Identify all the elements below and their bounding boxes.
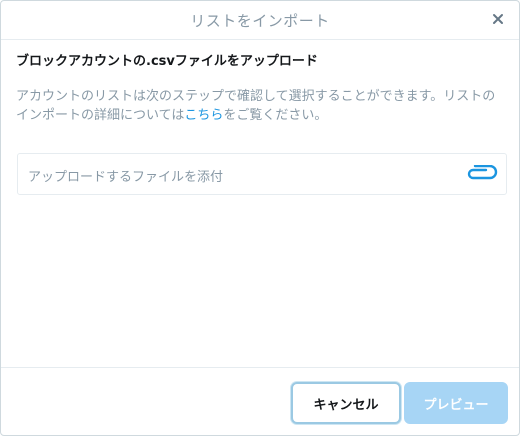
attach-placeholder: アップロードするファイルを添付	[28, 170, 224, 185]
paperclip-icon[interactable]	[464, 165, 498, 183]
preview-button[interactable]: プレビュー	[404, 382, 508, 424]
dialog-footer: キャンセル プレビュー	[1, 367, 519, 435]
file-attach-field[interactable]: アップロードするファイルを添付	[17, 153, 507, 195]
import-list-dialog: リストをインポート ブロックアカウントの.csvファイルをアップロード アカウン…	[0, 0, 520, 436]
dialog-title: リストをインポート	[190, 12, 330, 30]
upload-heading: ブロックアカウントの.csvファイルをアップロード	[16, 54, 318, 69]
dialog-header: リストをインポート	[1, 1, 519, 40]
details-link[interactable]: こちら	[184, 108, 223, 123]
close-icon[interactable]	[489, 10, 507, 28]
description-text-end: をご覧ください。	[223, 108, 328, 123]
import-description: アカウントのリストは次のステップで確認して選択することができます。リストのインポ…	[16, 87, 508, 125]
cancel-button[interactable]: キャンセル	[291, 382, 401, 424]
